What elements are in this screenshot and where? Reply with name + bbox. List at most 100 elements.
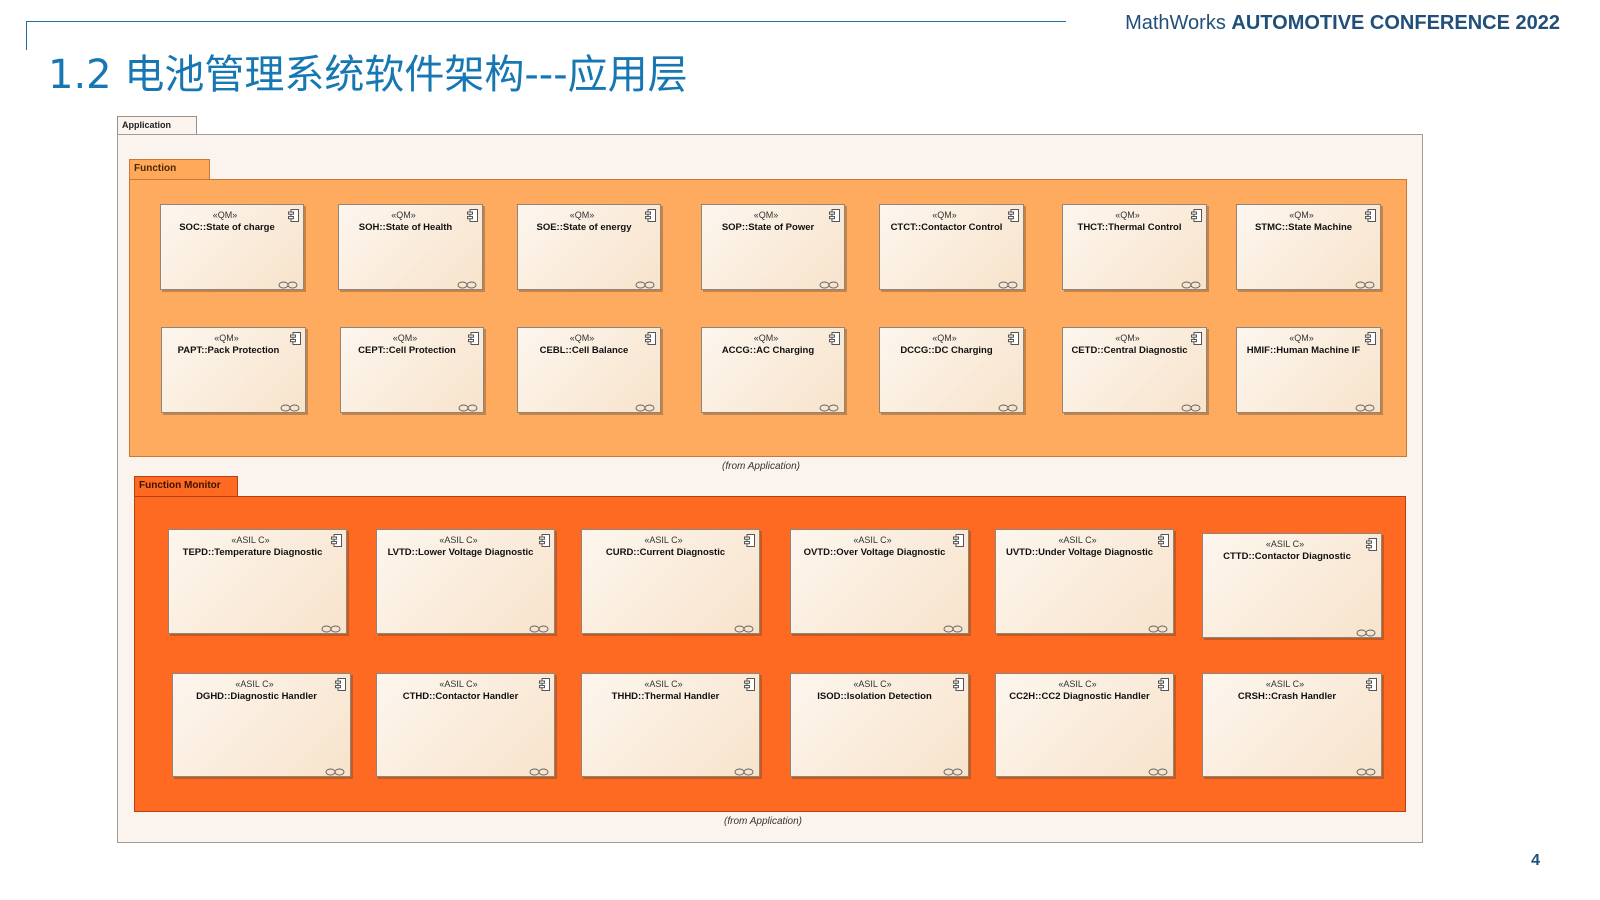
link-icon	[321, 620, 341, 633]
component-stereotype: «QM»	[569, 210, 595, 220]
component-soe[interactable]: «QM» SOE::State of energy	[517, 204, 661, 290]
component-stereotype: «ASIL C»	[853, 535, 892, 545]
link-icon	[998, 276, 1018, 289]
component-name: CEPT::Cell Protection	[358, 345, 456, 356]
component-icon	[645, 332, 656, 345]
component-name: SOH::State of Health	[358, 222, 453, 233]
component-name: CC2H::CC2 Diagnostic Handler	[1009, 691, 1150, 702]
header-rule	[26, 21, 1066, 22]
component-dccg[interactable]: «QM» DCCG::DC Charging	[879, 327, 1024, 413]
link-icon	[734, 763, 754, 776]
page-title: 1.2 电池管理系统软件架构---应用层	[48, 52, 688, 98]
component-name: CETD::Central Diagnostic	[1071, 345, 1188, 356]
conference-banner: MathWorks AUTOMOTIVE CONFERENCE 2022	[1125, 12, 1560, 35]
component-thct[interactable]: «QM» THCT::Thermal Control	[1062, 204, 1207, 290]
component-icon	[290, 332, 301, 345]
component-curd[interactable]: «ASIL C» CURD::Current Diagnostic	[581, 529, 760, 634]
component-crsh[interactable]: «ASIL C» CRSH::Crash Handler	[1202, 673, 1382, 777]
link-icon	[1356, 624, 1376, 637]
component-icon	[953, 534, 964, 547]
component-stereotype: «QM»	[1115, 333, 1140, 343]
link-icon	[819, 399, 839, 412]
link-icon	[529, 763, 549, 776]
component-soc[interactable]: «QM» SOC::State of charge	[160, 204, 304, 290]
component-name: LVTD::Lower Voltage Diagnostic	[387, 547, 534, 558]
component-cthd[interactable]: «ASIL C» CTHD::Contactor Handler	[376, 673, 555, 777]
function-from-note: (from Application)	[722, 461, 800, 472]
component-ovtd[interactable]: «ASIL C» OVTD::Over Voltage Diagnostic	[790, 529, 969, 634]
link-icon	[457, 276, 477, 289]
link-icon	[819, 276, 839, 289]
component-isod[interactable]: «ASIL C» ISOD::Isolation Detection	[790, 673, 969, 777]
component-stereotype: «QM»	[212, 210, 238, 220]
component-icon	[1191, 332, 1202, 345]
function-monitor-package-tab: Function Monitor	[134, 476, 238, 497]
link-icon	[943, 763, 963, 776]
component-name: UVTD::Under Voltage Diagnostic	[1005, 547, 1154, 558]
component-soh[interactable]: «QM» SOH::State of Health	[338, 204, 483, 290]
component-name: THCT::Thermal Control	[1077, 222, 1182, 233]
component-tepd[interactable]: «ASIL C» TEPD::Temperature Diagnostic	[168, 529, 347, 634]
component-cetd[interactable]: «QM» CETD::Central Diagnostic	[1062, 327, 1207, 413]
component-icon	[1008, 209, 1019, 222]
component-sop[interactable]: «QM» SOP::State of Power	[701, 204, 845, 290]
component-stereotype: «ASIL C»	[1058, 679, 1097, 689]
component-icon	[953, 678, 964, 691]
link-icon	[998, 399, 1018, 412]
component-icon	[1158, 678, 1169, 691]
component-stereotype: «QM»	[1115, 210, 1140, 220]
component-stereotype: «QM»	[932, 333, 957, 343]
component-thhd[interactable]: «ASIL C» THHD::Thermal Handler	[581, 673, 760, 777]
component-icon	[1366, 538, 1377, 551]
link-icon	[1181, 399, 1201, 412]
component-name: OVTD::Over Voltage Diagnostic	[803, 547, 946, 558]
component-icon	[1008, 332, 1019, 345]
component-icon	[744, 678, 755, 691]
component-name: CTHD::Contactor Handler	[402, 691, 519, 702]
component-dghd[interactable]: «ASIL C» DGHD::Diagnostic Handler	[172, 673, 351, 777]
component-stereotype: «ASIL C»	[853, 679, 892, 689]
component-cc2h[interactable]: «ASIL C» CC2H::CC2 Diagnostic Handler	[995, 673, 1174, 777]
component-stereotype: «QM»	[753, 210, 779, 220]
component-cebl[interactable]: «QM» CEBL::Cell Balance	[517, 327, 661, 413]
component-uvtd[interactable]: «ASIL C» UVTD::Under Voltage Diagnostic	[995, 529, 1174, 634]
link-icon	[278, 276, 298, 289]
link-icon	[734, 620, 754, 633]
component-hmif[interactable]: «QM» HMIF::Human Machine IF	[1236, 327, 1381, 413]
link-icon	[1355, 399, 1375, 412]
component-name: CTTD::Contactor Diagnostic	[1223, 551, 1351, 562]
component-stereotype: «QM»	[1289, 333, 1314, 343]
component-icon	[335, 678, 346, 691]
component-stmc[interactable]: «QM» STMC::State Machine	[1236, 204, 1381, 290]
component-icon	[829, 209, 840, 222]
component-icon	[467, 209, 478, 222]
component-name: CURD::Current Diagnostic	[605, 547, 726, 558]
component-icon	[744, 534, 755, 547]
application-package-tab: Application	[117, 116, 197, 135]
component-name: DGHD::Diagnostic Handler	[196, 691, 317, 702]
component-icon	[288, 209, 299, 222]
component-cttd[interactable]: «ASIL C» CTTD::Contactor Diagnostic	[1202, 533, 1382, 638]
component-icon	[829, 332, 840, 345]
component-icon	[645, 209, 656, 222]
component-icon	[1158, 534, 1169, 547]
component-cept[interactable]: «QM» CEPT::Cell Protection	[340, 327, 484, 413]
component-accg[interactable]: «QM» ACCG::AC Charging	[701, 327, 845, 413]
component-name: SOE::State of energy	[536, 222, 632, 233]
component-name: TEPD::Temperature Diagnostic	[182, 547, 323, 558]
component-papt[interactable]: «QM» PAPT::Pack Protection	[161, 327, 306, 413]
component-stereotype: «ASIL C»	[644, 679, 683, 689]
component-icon	[1191, 209, 1202, 222]
link-icon	[458, 399, 478, 412]
header-rule-left	[26, 21, 27, 50]
component-icon	[468, 332, 479, 345]
component-lvtd[interactable]: «ASIL C» LVTD::Lower Voltage Diagnostic	[376, 529, 555, 634]
component-icon	[331, 534, 342, 547]
component-stereotype: «ASIL C»	[439, 679, 478, 689]
component-stereotype: «QM»	[214, 333, 239, 343]
component-icon	[539, 678, 550, 691]
component-ctct[interactable]: «QM» CTCT::Contactor Control	[879, 204, 1024, 290]
link-icon	[1148, 763, 1168, 776]
component-stereotype: «QM»	[569, 333, 595, 343]
component-name: HMIF::Human Machine IF	[1246, 345, 1361, 356]
